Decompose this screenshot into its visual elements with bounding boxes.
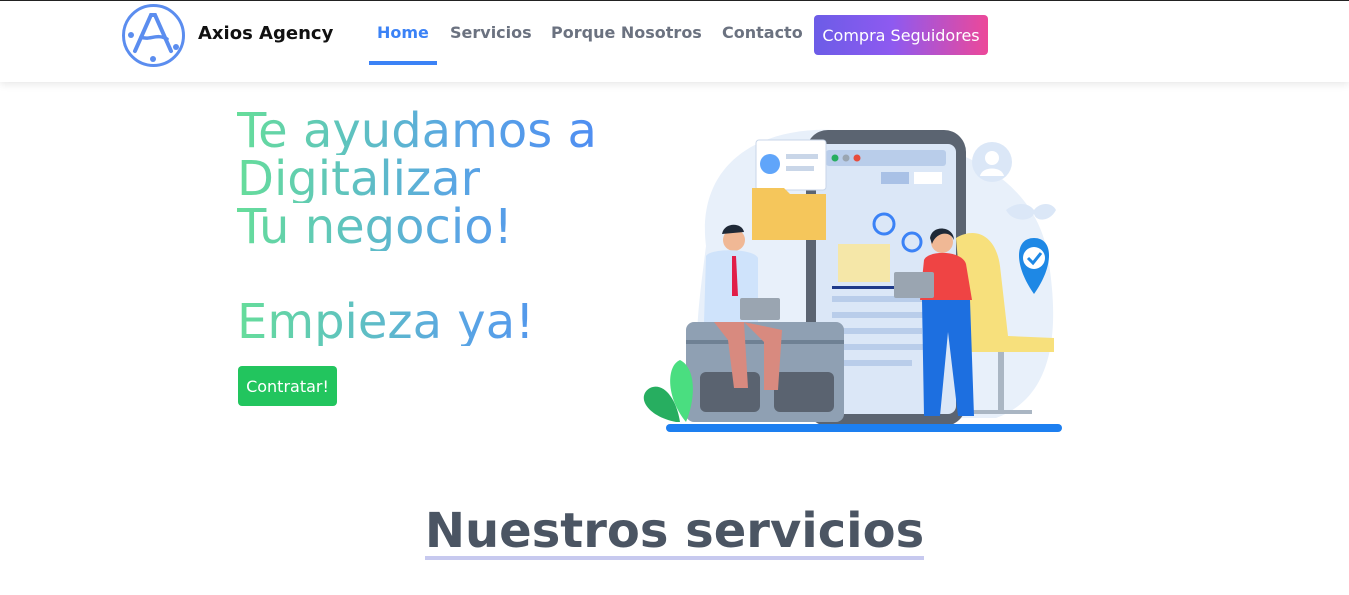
- contratar-button[interactable]: Contratar!: [238, 366, 337, 406]
- hero-heading-line-3: Tu negocio!: [237, 199, 513, 255]
- buy-followers-button[interactable]: Compra Seguidores: [814, 15, 988, 55]
- nav-servicios[interactable]: Servicios: [450, 23, 532, 42]
- services-title-text: Nuestros servicios: [424, 503, 925, 560]
- business-meeting-illustration: [643, 129, 1062, 432]
- nav-home[interactable]: Home: [377, 23, 429, 42]
- hero-heading-line-2: Digitalizar: [237, 151, 481, 207]
- nav-porque-nosotros[interactable]: Porque Nosotros: [551, 23, 702, 42]
- axios-logo-icon[interactable]: [121, 3, 186, 68]
- services-title: Nuestros servicios: [0, 503, 1349, 560]
- nav-active-indicator: [369, 61, 437, 65]
- hero-heading-line-1: Te ayudamos a: [237, 103, 597, 159]
- hero-subheading: Empieza ya!: [237, 294, 535, 350]
- top-navbar: Axios Agency Home Servicios Porque Nosot…: [0, 0, 1349, 82]
- brand-name[interactable]: Axios Agency: [198, 23, 333, 44]
- nav-contacto[interactable]: Contacto: [722, 23, 803, 42]
